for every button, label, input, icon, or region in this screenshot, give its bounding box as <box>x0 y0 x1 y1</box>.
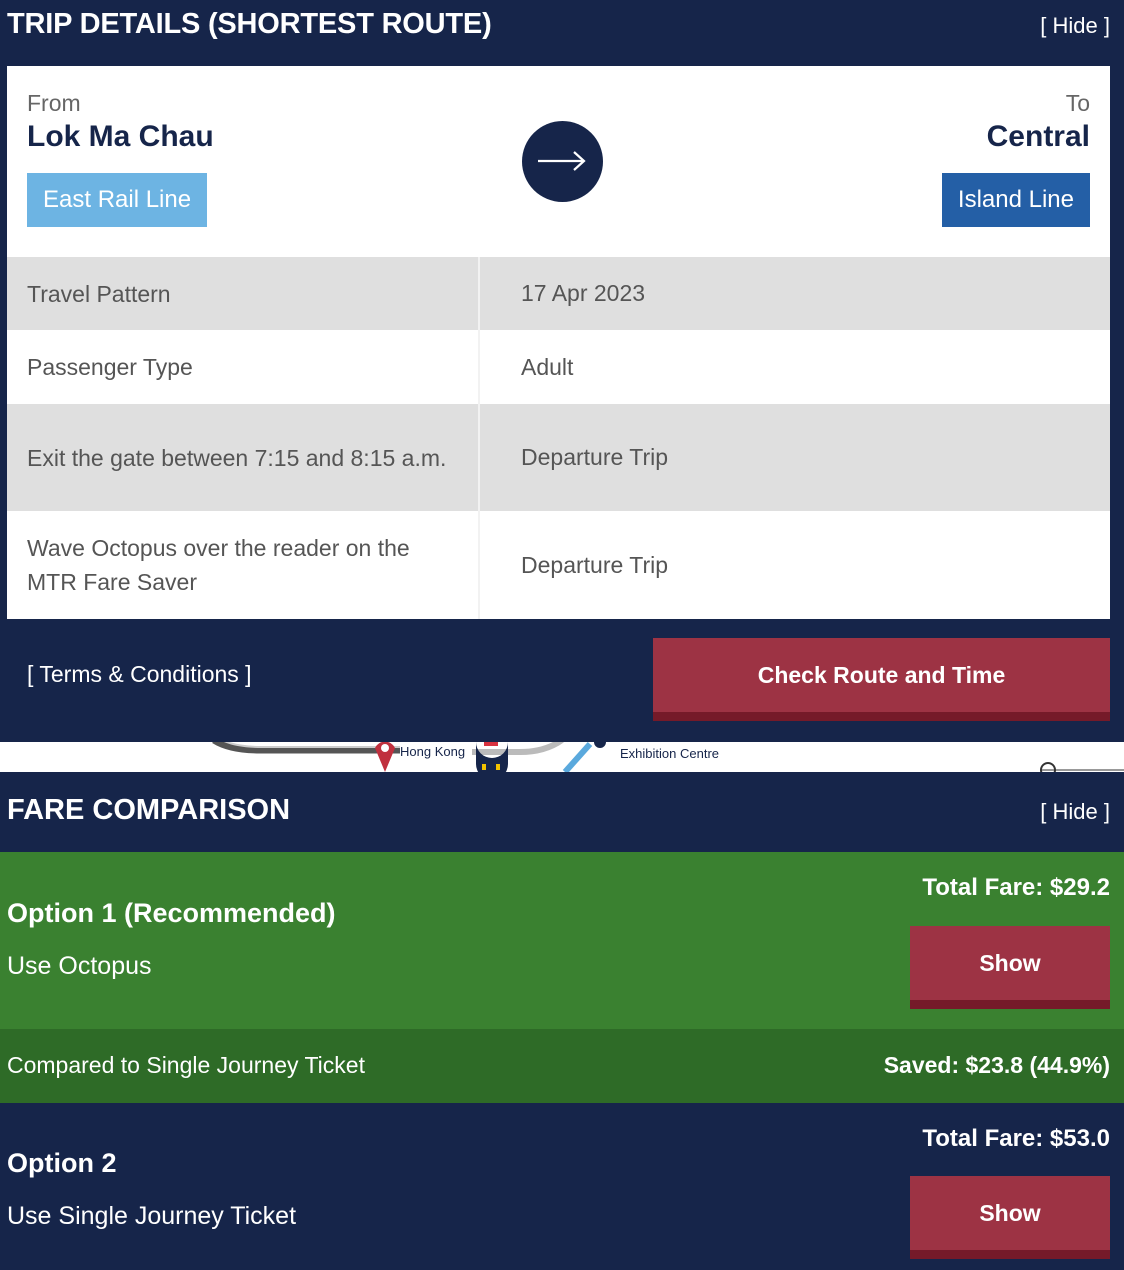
table-row: Exit the gate between 7:15 and 8:15 a.m.… <box>7 404 1110 511</box>
route-summary: From Lok Ma Chau East Rail Line To Centr… <box>7 66 1110 257</box>
to-label: To <box>1065 90 1090 116</box>
savings-value: Saved: $23.8 (44.9%) <box>883 1052 1110 1078</box>
to-line-badge: Island Line <box>941 173 1090 227</box>
row-value: Departure Trip <box>521 444 669 470</box>
fare-comparison-header: FARE COMPARISON [ Hide ] <box>0 772 1124 852</box>
check-route-button[interactable]: Check Route and Time <box>653 638 1110 721</box>
trip-hide-link[interactable]: [ Hide ] <box>1040 13 1110 39</box>
table-row: Travel Pattern 17 Apr 2023 <box>7 257 1110 330</box>
option-2-total-fare: Total Fare: $53.0 <box>922 1125 1110 1152</box>
row-value: Adult <box>521 353 574 380</box>
option-2-title: Option 2 <box>7 1148 117 1178</box>
map-label-hong-kong: Hong Kong <box>400 744 466 759</box>
arrow-right-icon <box>522 121 603 202</box>
fare-hide-link[interactable]: [ Hide ] <box>1040 799 1110 825</box>
station-interchange-icon <box>476 742 508 772</box>
from-station: Lok Ma Chau <box>27 120 214 153</box>
row-label: Passenger Type <box>7 330 480 404</box>
row-label: Exit the gate between 7:15 and 8:15 a.m. <box>7 404 480 511</box>
fare-option-1: Option 1 (Recommended) Use Octopus Total… <box>0 852 1124 1029</box>
fare-comparison-title: FARE COMPARISON <box>7 794 291 826</box>
table-row: Passenger Type Adult <box>7 330 1110 404</box>
trip-details-title: TRIP DETAILS (SHORTEST ROUTE) <box>7 8 492 40</box>
terms-conditions-link[interactable]: [ Terms & Conditions ] <box>27 661 252 688</box>
option-1-description: Use Octopus <box>7 952 152 980</box>
option-2-description: Use Single Journey Ticket <box>7 1202 297 1230</box>
row-value: Departure Trip <box>521 551 669 578</box>
option-2-show-button[interactable]: Show <box>910 1176 1110 1259</box>
table-row: Wave Octopus over the reader on the MTR … <box>7 511 1110 619</box>
route-map[interactable]: Hong Kong Exhibition Centre <box>0 742 1124 772</box>
trip-card: From Lok Ma Chau East Rail Line To Centr… <box>7 66 1110 619</box>
row-value: 17 Apr 2023 <box>521 280 646 306</box>
to-station: Central <box>986 120 1090 153</box>
row-label: Travel Pattern <box>7 257 480 330</box>
row-label: Wave Octopus over the reader on the MTR … <box>7 511 480 619</box>
map-label-exhibition-centre: Exhibition Centre <box>620 746 719 761</box>
option-1-total-fare: Total Fare: $29.2 <box>922 874 1110 901</box>
map-lines-graphic <box>212 742 1124 772</box>
from-label: From <box>27 90 81 116</box>
trip-details-header: TRIP DETAILS (SHORTEST ROUTE) [ Hide ] <box>0 0 1124 66</box>
trip-info-table: Travel Pattern 17 Apr 2023 Passenger Typ… <box>7 257 1110 619</box>
map-pin-icon <box>375 742 395 772</box>
savings-label: Compared to Single Journey Ticket <box>7 1052 365 1078</box>
option-1-show-button[interactable]: Show <box>910 926 1110 1009</box>
fare-option-2: Option 2 Use Single Journey Ticket Total… <box>0 1103 1124 1270</box>
fare-comparison-panel: FARE COMPARISON [ Hide ] Option 1 (Recom… <box>0 772 1124 1270</box>
trip-details-panel: TRIP DETAILS (SHORTEST ROUTE) [ Hide ] F… <box>0 0 1124 742</box>
option-1-title: Option 1 (Recommended) <box>7 898 336 928</box>
savings-row: Compared to Single Journey Ticket Saved:… <box>0 1029 1124 1103</box>
from-line-badge: East Rail Line <box>27 173 208 227</box>
